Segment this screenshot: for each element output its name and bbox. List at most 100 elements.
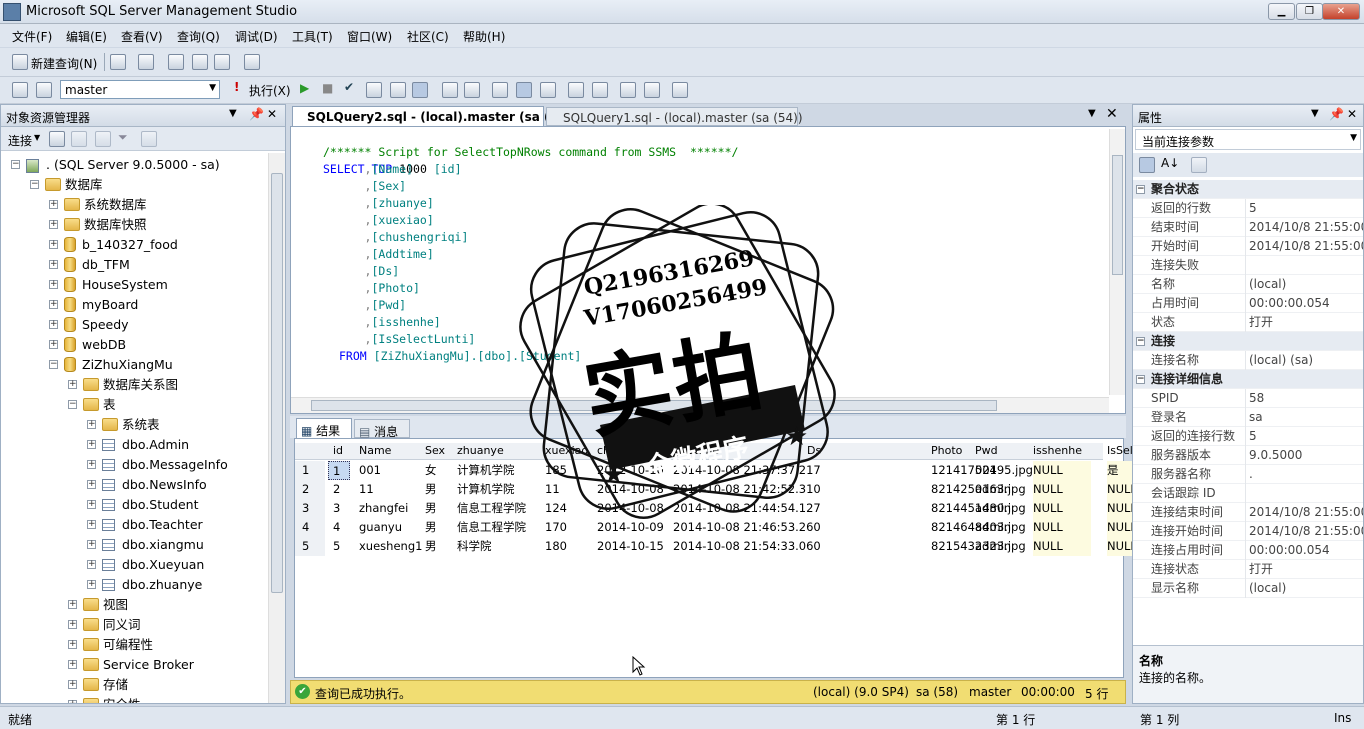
save-all-icon[interactable] <box>214 54 230 70</box>
expand-icon[interactable]: + <box>87 540 96 549</box>
expand-icon[interactable]: + <box>49 200 58 209</box>
column-header[interactable]: Ds <box>807 442 821 459</box>
expand-icon[interactable]: + <box>87 460 96 469</box>
tab-sqlquery1[interactable]: SQLQuery1.sql - (local).master (sa (54)) <box>546 107 803 126</box>
property-row[interactable]: 连接开始时间 2014/10/8 21:55:00 <box>1133 522 1363 541</box>
pin-icon[interactable]: 📌 <box>249 107 264 121</box>
menu-item-7[interactable]: 社区(C) <box>407 28 449 45</box>
tree-node[interactable]: + Speedy <box>1 315 267 335</box>
expand-icon[interactable]: + <box>49 340 58 349</box>
collapse-icon[interactable]: − <box>68 400 77 409</box>
expand-icon[interactable]: + <box>87 440 96 449</box>
grid-cell[interactable]: 2014-10-08 <box>597 480 664 499</box>
grid-cell[interactable]: 124 <box>545 499 567 518</box>
grid-cell[interactable]: NULL <box>1033 499 1091 518</box>
editor-vscrollbar[interactable] <box>1109 129 1125 395</box>
new-file-icon[interactable] <box>110 54 126 70</box>
tree-node[interactable]: + b_140327_food <box>1 235 267 255</box>
column-header[interactable]: Name <box>359 442 391 459</box>
grid-cell[interactable]: 2014-10-09 <box>597 518 664 537</box>
expand-icon[interactable]: + <box>68 680 77 689</box>
expand-icon[interactable]: + <box>87 420 96 429</box>
query-editor[interactable]: /****** Script for SelectTopNRows comman… <box>290 126 1126 414</box>
expand-icon[interactable]: + <box>68 380 77 389</box>
cancel-query-icon[interactable]: ■ <box>322 81 333 95</box>
grid-cell[interactable]: NULL <box>1033 461 1091 480</box>
grid-cell[interactable]: 2014-10-08 <box>597 499 664 518</box>
tree-scrollbar[interactable] <box>268 153 285 703</box>
tab-sqlquery2[interactable]: SQLQuery2.sql - (local).master (sa (58)) <box>292 106 577 126</box>
tree-node[interactable]: + 安全性 <box>1 695 267 703</box>
menu-item-3[interactable]: 查询(Q) <box>177 28 220 45</box>
grid-cell[interactable]: 2014-10-08 21:46:53.260 <box>673 518 821 537</box>
new-project-icon[interactable] <box>138 54 154 70</box>
tree-node[interactable]: + 系统表 <box>1 415 267 435</box>
include-plan-icon[interactable] <box>492 82 508 98</box>
editor-hscroll-thumb[interactable] <box>311 400 997 411</box>
tree-node[interactable]: + dbo.Admin <box>1 435 267 455</box>
tree-node[interactable]: + dbo.Student <box>1 495 267 515</box>
expand-icon[interactable]: + <box>68 700 77 703</box>
expand-icon[interactable]: + <box>87 580 96 589</box>
tree-node[interactable]: + HouseSystem <box>1 275 267 295</box>
tree-node[interactable]: + 可编程性 <box>1 635 267 655</box>
column-header[interactable]: Pwd <box>975 442 998 459</box>
tree-node[interactable]: − . (SQL Server 9.0.5000 - sa) <box>1 155 267 175</box>
tree-node[interactable]: + Service Broker <box>1 655 267 675</box>
tree-scroll-thumb[interactable] <box>271 173 283 593</box>
column-header[interactable]: Photo <box>931 442 962 459</box>
grid-cell[interactable]: NULL <box>1033 537 1091 556</box>
grid-cell[interactable]: xuesheng1 <box>359 537 422 556</box>
client-stats-icon[interactable] <box>516 82 532 98</box>
database-select[interactable]: master ▼ <box>60 80 220 99</box>
property-row[interactable]: 连接名称 (local) (sa) <box>1133 351 1363 370</box>
expand-icon[interactable]: + <box>49 320 58 329</box>
disconnect-icon[interactable] <box>36 82 52 98</box>
grid-cell[interactable]: 170 <box>545 518 567 537</box>
refresh-icon[interactable] <box>141 131 157 147</box>
grid-cell[interactable]: 185 <box>545 461 567 480</box>
property-row[interactable]: 显示名称 (local) <box>1133 579 1363 598</box>
grid-cell[interactable]: 信息工程学院 <box>457 518 526 537</box>
collapse-icon[interactable]: − <box>49 360 58 369</box>
grid-cell[interactable]: zhangfei <box>359 499 408 518</box>
chevron-down-icon[interactable]: ▼ <box>1088 108 1096 119</box>
uncomment-icon[interactable] <box>592 82 608 98</box>
tree-node[interactable]: + 数据库快照 <box>1 215 267 235</box>
grid-cell[interactable]: 男 <box>425 518 437 537</box>
column-header[interactable]: Addtime <box>673 442 719 459</box>
alphabetical-sort-icon[interactable]: A↓ <box>1161 156 1179 170</box>
maximize-button[interactable]: ❐ <box>1296 3 1323 20</box>
collapse-icon[interactable]: − <box>1136 337 1145 346</box>
grid-cell[interactable]: guanyu <box>359 518 402 537</box>
expand-icon[interactable]: + <box>68 660 77 669</box>
tree-node[interactable]: + dbo.Teachter <box>1 515 267 535</box>
display-plan-icon[interactable] <box>366 82 382 98</box>
open-folder-icon[interactable] <box>168 54 184 70</box>
property-row[interactable]: 连接结束时间 2014/10/8 21:55:00 <box>1133 503 1363 522</box>
tree-node[interactable]: + 视图 <box>1 595 267 615</box>
row-number[interactable]: 3 <box>295 499 325 518</box>
connect-object-icon[interactable] <box>49 131 65 147</box>
results-to-text-icon[interactable] <box>442 82 458 98</box>
pin-icon[interactable]: 📌 <box>1329 107 1344 121</box>
close-icon[interactable]: ✕ <box>1347 107 1357 121</box>
expand-icon[interactable]: + <box>87 480 96 489</box>
column-header[interactable]: zhuanye <box>457 442 504 459</box>
chevron-down-icon[interactable]: ▼ <box>229 108 237 119</box>
property-category[interactable]: − 连接详细信息 <box>1133 370 1363 389</box>
tree-node[interactable]: − 表 <box>1 395 267 415</box>
grid-cell[interactable]: 5 <box>333 537 340 556</box>
menu-item-4[interactable]: 调试(D) <box>235 28 278 45</box>
categorized-icon[interactable] <box>1139 157 1155 173</box>
collapse-icon[interactable]: − <box>30 180 39 189</box>
property-row[interactable]: 结束时间 2014/10/8 21:55:00 <box>1133 218 1363 237</box>
parse-check-icon[interactable]: ✔ <box>344 80 354 94</box>
property-row[interactable]: 返回的行数 5 <box>1133 199 1363 218</box>
grid-cell[interactable]: 180 <box>545 537 567 556</box>
grid-cell[interactable]: NULL <box>1033 480 1091 499</box>
tree-node[interactable]: + dbo.zhuanye <box>1 575 267 595</box>
grid-cell[interactable]: 科学院 <box>457 537 492 556</box>
menu-item-8[interactable]: 帮助(H) <box>463 28 505 45</box>
expand-icon[interactable]: + <box>68 600 77 609</box>
